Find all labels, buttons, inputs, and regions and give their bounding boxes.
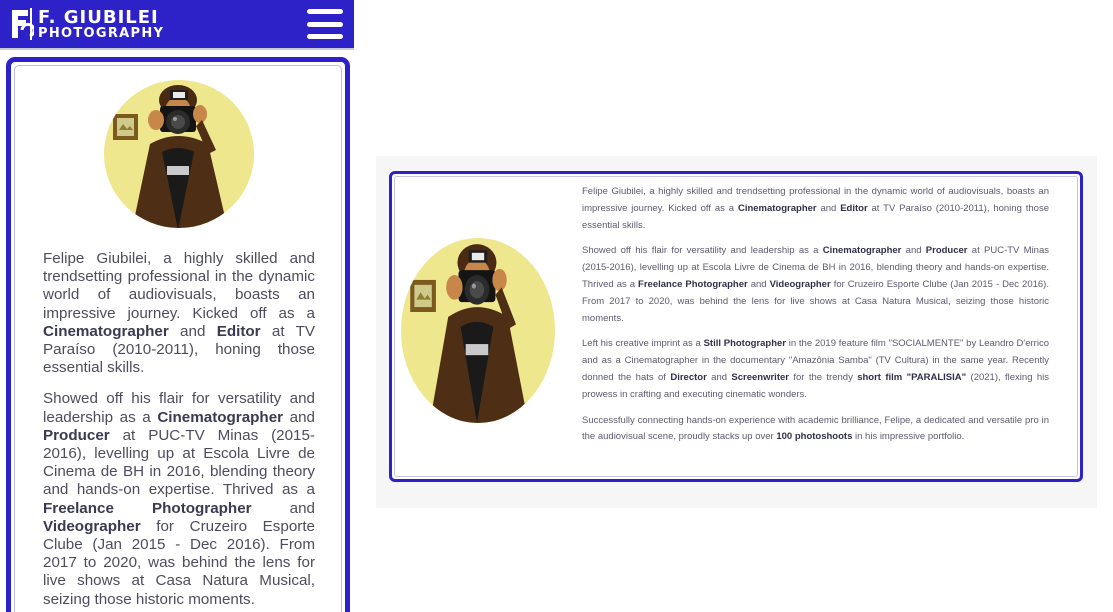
menu-bar-top: [307, 9, 343, 14]
bio-text-run: Showed off his flair for versatility and…: [582, 245, 823, 257]
menu-bar-bottom: [307, 34, 343, 39]
bio-highlight: Producer: [43, 426, 110, 444]
bio-highlight: 100 photoshoots: [776, 431, 853, 443]
bio-highlight: Producer: [925, 245, 968, 257]
bio-text-run: and: [901, 245, 926, 257]
bio-highlight: Freelance Photographer: [638, 278, 748, 290]
bio-text-run: and: [168, 322, 217, 340]
bio-text-run: and: [283, 408, 316, 426]
brand-name: F. GIUBILEI PHOTOGRAPHY: [38, 6, 165, 41]
bio-paragraph-2: Showed off his flair for versatility and…: [582, 243, 1049, 327]
bio-paragraph-1: Felipe Giubilei, a highly skilled and tr…: [582, 184, 1049, 234]
bio-text-run: and: [816, 202, 841, 214]
brand-name-line2: PHOTOGRAPHY: [38, 25, 165, 41]
bio-text-run: in his impressive portfolio.: [852, 431, 965, 443]
bio-highlight: Cinematographer: [737, 202, 817, 214]
bio-highlight: short film "PARALISIA": [857, 371, 967, 383]
desktop-view: Felipe Giubilei, a highly skilled and tr…: [376, 156, 1097, 508]
brand-name-line1: F. GIUBILEI: [38, 6, 159, 28]
bio-text-run: Felipe Giubilei, a highly skilled and tr…: [43, 250, 315, 322]
mobile-view: F. GIUBILEI PHOTOGRAPHY Felipe Giubilei,…: [0, 0, 354, 612]
bio-text: Felipe Giubilei, a highly skilled and tr…: [582, 184, 1049, 455]
bio-highlight: Videographer: [769, 278, 831, 290]
profile-photo: [401, 238, 555, 423]
bio-highlight: Still Photographer: [703, 338, 787, 350]
bio-highlight: Videographer: [43, 517, 141, 535]
brand-logo[interactable]: F. GIUBILEI PHOTOGRAPHY: [8, 6, 164, 42]
bio-highlight: Director: [670, 371, 707, 383]
bio-highlight: Editor: [840, 202, 868, 214]
site-header: F. GIUBILEI PHOTOGRAPHY: [0, 0, 354, 50]
bio-paragraph-1: Felipe Giubilei, a highly skilled and tr…: [43, 250, 315, 377]
bio-card: Felipe Giubilei, a highly skilled and tr…: [6, 57, 350, 612]
bio-highlight: Cinematographer: [43, 322, 169, 340]
menu-bar-middle: [307, 21, 343, 27]
bio-highlight: Screenwriter: [731, 371, 789, 383]
bio-card: Felipe Giubilei, a highly skilled and tr…: [389, 171, 1083, 482]
bio-text-run: and: [747, 278, 770, 290]
bio-text-run: and: [706, 371, 732, 383]
bio-paragraph-3: Left his creative imprint as a Still Pho…: [582, 336, 1049, 403]
bio-highlight: Cinematographer: [822, 245, 902, 257]
bio-text-run: for the trendy: [788, 371, 858, 383]
bio-highlight: Freelance Photographer: [43, 499, 252, 517]
hamburger-menu-icon[interactable]: [307, 9, 343, 39]
bio-paragraph-2: Showed off his flair for versatility and…: [43, 390, 315, 608]
bio-highlight: Editor: [216, 322, 261, 340]
profile-photo: [104, 80, 254, 228]
bio-text: Felipe Giubilei, a highly skilled and tr…: [43, 250, 315, 612]
camera-logo-icon: [8, 6, 34, 42]
bio-paragraph-4: Successfully connecting hands-on experie…: [582, 413, 1049, 447]
bio-text-run: and: [251, 499, 316, 517]
bio-highlight: Cinematographer: [157, 408, 284, 426]
bio-text-run: Left his creative imprint as a: [582, 338, 704, 350]
